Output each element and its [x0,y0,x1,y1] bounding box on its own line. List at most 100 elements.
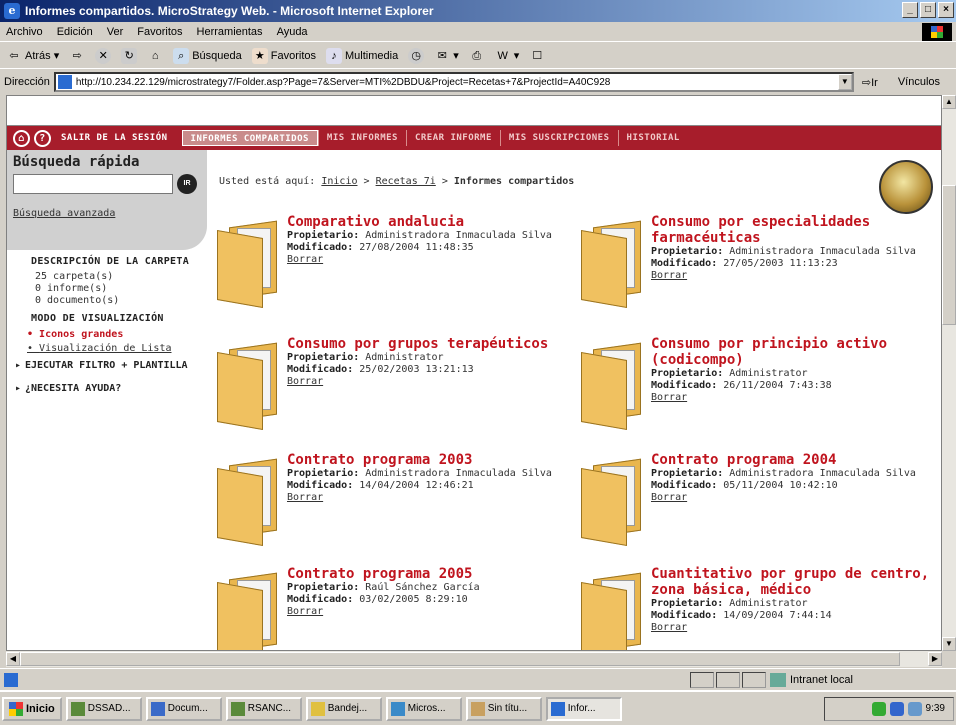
address-input[interactable]: http://10.234.22.129/microstrategy7/Fold… [53,72,854,92]
delete-link[interactable]: Borrar [651,622,941,634]
mail-button[interactable]: ✉ ▾ [434,48,459,64]
scroll-down-icon[interactable]: ▼ [942,637,956,651]
home-circle-icon[interactable]: ⌂ [13,129,30,147]
edit-button[interactable]: W ▾ [495,48,520,64]
scroll-up-icon[interactable]: ▲ [942,95,956,109]
folder-title-link[interactable]: Contrato programa 2005 [287,566,577,582]
vertical-scrollbar[interactable]: ▲ ▼ [942,95,956,651]
forward-button[interactable]: ⇨ [69,48,85,64]
folder-icon[interactable] [581,342,641,431]
back-button[interactable]: ⇦ Atrás ▾ [6,48,59,64]
refresh-button[interactable]: ↻ [121,47,138,64]
stop-button[interactable]: ✕ [95,47,112,64]
quick-search-panel: Búsqueda rápida IR Búsqueda avanzada [7,150,207,250]
menu-favoritos[interactable]: Favoritos [137,26,182,38]
tab-mis-informes[interactable]: MIS INFORMES [317,130,406,146]
delete-link[interactable]: Borrar [287,254,577,266]
view-option-list[interactable]: • Visualización de Lista [27,342,197,356]
menu-edicion[interactable]: Edición [57,26,93,38]
minimize-button[interactable]: _ [902,2,918,18]
folder-title-link[interactable]: Cuantitativo por grupo de centro, zona b… [651,566,941,598]
folder-icon[interactable] [217,220,277,309]
tab-informes-compartidos[interactable]: INFORMES COMPARTIDOS [181,130,318,146]
discuss-button[interactable]: ☐ [529,48,545,64]
tray-icon[interactable] [871,701,886,716]
breadcrumb-home-link[interactable]: Inicio [321,176,357,187]
taskbar-item[interactable]: Sin títu... [465,696,542,721]
quick-search-input[interactable] [13,174,173,194]
menu-ver[interactable]: Ver [107,26,124,38]
delete-link[interactable]: Borrar [287,492,577,504]
help-link[interactable]: ▸ ¿NECESITA AYUDA? [7,379,207,394]
folder-title-link[interactable]: Contrato programa 2003 [287,452,577,468]
menu-herramientas[interactable]: Herramientas [197,26,263,38]
folder-title-link[interactable]: Consumo por especialidades farmacéuticas [651,214,941,246]
close-button[interactable]: × [938,2,954,18]
menu-ayuda[interactable]: Ayuda [277,26,308,38]
favorites-button[interactable]: ★ Favoritos [251,47,316,64]
menu-bar: Archivo Edición Ver Favoritos Herramient… [0,22,956,42]
print-button[interactable]: ⎙ [469,48,485,64]
folder-item: Cuantitativo por grupo de centro, zona b… [581,566,941,650]
taskbar-item[interactable]: RSANC... [225,696,302,721]
folder-title-link[interactable]: Contrato programa 2004 [651,452,941,468]
search-button[interactable]: ⌕ Búsqueda [173,47,242,64]
delete-link[interactable]: Borrar [651,492,941,504]
links-button[interactable]: Vínculos [898,76,940,88]
delete-link[interactable]: Borrar [287,376,577,388]
tab-historial[interactable]: HISTORIAL [617,130,688,146]
history-button[interactable]: ◷ [408,47,425,64]
security-zone: Intranet local [770,672,853,688]
multimedia-button[interactable]: ♪ Multimedia [326,47,398,64]
taskbar-item[interactable]: DSSAD... [65,696,142,721]
address-dropdown-icon[interactable]: ▼ [837,74,852,90]
execute-filter-link[interactable]: ▸ EJECUTAR FILTRO + PLANTILLA [7,356,207,371]
breadcrumb-folder-link[interactable]: Recetas 7i [376,176,436,187]
maximize-button[interactable]: □ [920,2,936,18]
taskbar-item[interactable]: Micros... [385,696,462,721]
view-option-large-icons[interactable]: • Iconos grandes [27,328,197,342]
tray-icon[interactable] [907,701,922,716]
folder-owner: Administrator [729,368,808,379]
tab-crear-informe[interactable]: CREAR INFORME [405,130,500,146]
scroll-right-icon[interactable]: ▶ [928,652,942,666]
app-icon [470,701,485,716]
folder-icon[interactable] [581,220,641,309]
folder-owner: Raúl Sánchez García [365,582,480,593]
delete-link[interactable]: Borrar [651,392,941,404]
tray-icon[interactable] [889,701,904,716]
logout-link[interactable]: SALIR DE LA SESIÓN [61,133,168,143]
folder-icon[interactable] [581,572,641,650]
home-button[interactable]: ⌂ [147,48,163,64]
vertical-scroll-thumb[interactable] [942,185,956,325]
folder-icon[interactable] [217,458,277,547]
folder-icon[interactable] [217,572,277,650]
help-circle-icon[interactable]: ? [34,129,51,147]
delete-link[interactable]: Borrar [287,606,577,618]
go-button[interactable]: ⇨Ir [862,76,878,89]
window-title: Informes compartidos. MicroStrategy Web.… [25,4,434,18]
folder-title-link[interactable]: Consumo por grupos terapéuticos [287,336,577,352]
delete-link[interactable]: Borrar [651,270,941,282]
taskbar-item[interactable]: Bandej... [305,696,382,721]
tab-mis-suscripciones[interactable]: MIS SUSCRIPCIONES [499,130,618,146]
menu-archivo[interactable]: Archivo [6,26,43,38]
folder-item: Consumo por grupos terapéuticos Propieta… [217,336,577,456]
horizontal-scroll-thumb[interactable] [20,652,900,666]
taskbar-item[interactable]: Infor... [545,696,622,721]
start-button[interactable]: Inicio [2,696,62,721]
scroll-left-icon[interactable]: ◀ [6,652,20,666]
folder-icon[interactable] [581,458,641,547]
quick-search-go-button[interactable]: IR [177,174,197,194]
folder-title-link[interactable]: Comparativo andalucia [287,214,577,230]
clock: 9:39 [925,703,945,714]
status-cell [690,672,714,688]
breadcrumb-current: Informes compartidos [453,176,575,187]
folder-icon[interactable] [217,342,277,431]
taskbar-item[interactable]: Docum... [145,696,222,721]
advanced-search-link[interactable]: Búsqueda avanzada [13,208,201,219]
folder-title-link[interactable]: Consumo por principio activo (codicompo) [651,336,941,368]
folder-description-title: DESCRIPCIÓN DE LA CARPETA [31,256,190,267]
horizontal-scrollbar[interactable]: ◀ ▶ [6,651,942,667]
window-title-bar[interactable]: e Informes compartidos. MicroStrategy We… [0,0,956,22]
